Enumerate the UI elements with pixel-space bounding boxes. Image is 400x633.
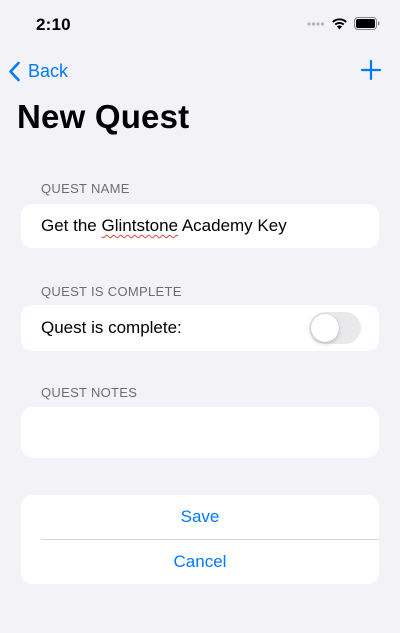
battery-icon: [354, 17, 380, 30]
quest-notes-textarea[interactable]: [21, 407, 379, 457]
plus-icon: [360, 59, 382, 81]
actions-card: Save Cancel: [21, 495, 379, 584]
chevron-left-icon: [9, 61, 20, 81]
page-title: New Quest: [17, 98, 190, 135]
quest-name-header: QUEST NAME: [41, 181, 130, 196]
quest-name-text-part-3: Academy Key: [178, 216, 287, 235]
add-button[interactable]: [360, 59, 382, 81]
quest-complete-toggle[interactable]: [309, 312, 361, 344]
quest-complete-header: QUEST IS COMPLETE: [41, 284, 182, 299]
quest-name-input[interactable]: Get the Glintstone Academy Key: [41, 214, 361, 238]
status-icons: [307, 17, 380, 30]
quest-name-misspelled-word: Glintstone: [101, 216, 179, 235]
save-button[interactable]: Save: [21, 495, 379, 539]
quest-name-card: Get the Glintstone Academy Key: [21, 204, 379, 248]
cellular-dots-icon: [307, 21, 325, 26]
quest-complete-label: Quest is complete:: [41, 318, 182, 337]
quest-complete-card: Quest is complete:: [21, 305, 379, 351]
new-quest-screen: 2:10 Back New Quest QUEST NAME Get the G…: [0, 0, 400, 633]
quest-name-text-part-1: Get the: [41, 216, 102, 235]
status-bar: 2:10: [0, 0, 400, 50]
quest-notes-header: QUEST NOTES: [41, 385, 138, 400]
quest-notes-card: [21, 407, 379, 458]
cancel-button[interactable]: Cancel: [21, 540, 379, 584]
back-button[interactable]: Back: [8, 58, 68, 84]
back-button-label: Back: [28, 60, 69, 81]
toggle-knob: [311, 314, 339, 342]
status-time: 2:10: [36, 15, 71, 34]
wifi-icon: [332, 18, 347, 30]
